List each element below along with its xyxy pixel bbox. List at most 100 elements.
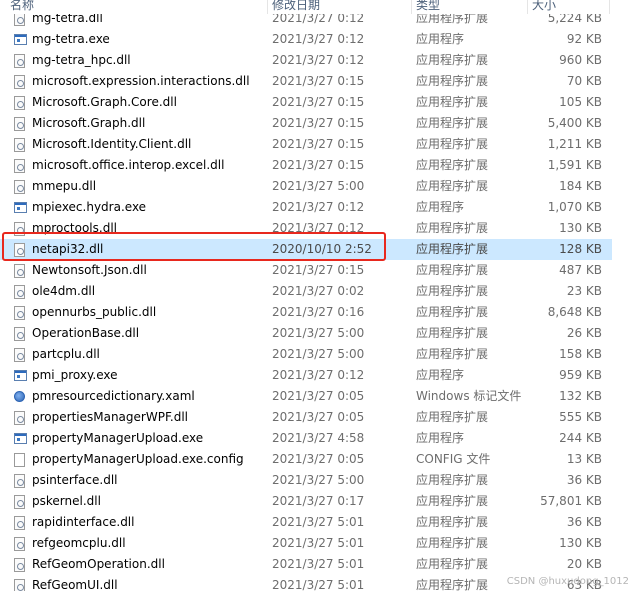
file-row[interactable]: propertyManagerUpload.exe.config 2021/3/2… xyxy=(0,449,612,470)
file-size: 105 KB xyxy=(559,95,602,109)
file-row[interactable]: mg-tetra.exe 2021/3/27 0:12 应用程序 92 KB xyxy=(0,29,612,50)
file-row[interactable]: mg-tetra_hpc.dll 2021/3/27 0:12 应用程序扩展 960 … xyxy=(0,50,612,71)
file-modified-date: 2021/3/27 0:02 xyxy=(272,284,365,298)
exe-file-icon xyxy=(14,34,27,45)
file-size: 57,801 KB xyxy=(540,494,602,508)
file-name: OperationBase.dll xyxy=(32,326,140,340)
file-row[interactable]: mpiexec.hydra.exe 2021/3/27 0:12 应用程序 1,070… xyxy=(0,197,612,218)
file-icon-cell xyxy=(14,428,28,449)
file-size: 130 KB xyxy=(559,221,602,235)
file-row[interactable]: pmresourcedictionary.xaml 2021/3/27 0:05 W… xyxy=(0,386,612,407)
file-modified-date: 2021/3/27 0:15 xyxy=(272,74,365,88)
file-modified-date: 2021/3/27 0:12 xyxy=(272,53,365,67)
file-modified-date: 2021/3/27 0:05 xyxy=(272,410,365,424)
watermark-text: CSDN @huxudong_1012 xyxy=(506,576,629,587)
file-modified-date: 2021/3/27 5:00 xyxy=(272,326,365,340)
file-type: 应用程序扩展 xyxy=(416,221,489,235)
file-row[interactable]: pmi_proxy.exe 2021/3/27 0:12 应用程序 959 KB xyxy=(0,365,612,386)
file-size: 158 KB xyxy=(559,347,602,361)
exe-file-icon xyxy=(14,370,27,381)
file-modified-date: 2021/3/27 5:00 xyxy=(272,473,365,487)
file-icon-cell xyxy=(14,155,28,176)
file-row[interactable]: propertyManagerUpload.exe 2021/3/27 4:58 应… xyxy=(0,428,612,449)
file-row[interactable]: rapidinterface.dll 2021/3/27 5:01 应用程序扩展 36… xyxy=(0,512,612,533)
file-row[interactable]: refgeomcplu.dll 2021/3/27 5:01 应用程序扩展 130 K… xyxy=(0,533,612,554)
file-icon-cell xyxy=(14,176,28,197)
file-type: 应用程序 xyxy=(416,200,465,214)
file-type: 应用程序扩展 xyxy=(416,326,489,340)
file-row[interactable]: opennurbs_public.dll 2021/3/27 0:16 应用程序扩展… xyxy=(0,302,612,323)
file-type: 应用程序 xyxy=(416,32,465,46)
file-modified-date: 2021/3/27 0:17 xyxy=(272,494,365,508)
file-size: 959 KB xyxy=(559,368,602,382)
dll-file-icon xyxy=(14,347,25,362)
file-name: opennurbs_public.dll xyxy=(32,305,157,319)
config-file-icon xyxy=(14,452,25,467)
file-type: 应用程序扩展 xyxy=(416,53,489,67)
dll-file-icon xyxy=(14,410,25,425)
file-name: Microsoft.Graph.Core.dll xyxy=(32,95,177,109)
file-modified-date: 2021/3/27 5:01 xyxy=(272,536,365,550)
file-icon-cell xyxy=(14,407,28,428)
file-size: 1,591 KB xyxy=(547,158,602,172)
file-row[interactable]: OperationBase.dll 2021/3/27 5:00 应用程序扩展 26 … xyxy=(0,323,612,344)
file-name: mg-tetra.exe xyxy=(32,32,110,46)
file-type: CONFIG 文件 xyxy=(416,452,491,466)
file-modified-date: 2021/3/27 0:05 xyxy=(272,389,365,403)
file-size: 5,400 KB xyxy=(547,116,602,130)
file-modified-date: 2021/3/27 0:16 xyxy=(272,305,365,319)
exe-file-icon xyxy=(14,433,27,444)
column-header-date[interactable]: 修改日期 xyxy=(268,0,412,14)
file-name: rapidinterface.dll xyxy=(32,515,135,529)
file-row[interactable]: Microsoft.Graph.dll 2021/3/27 0:15 应用程序扩展 5… xyxy=(0,113,612,134)
red-highlight-annotation xyxy=(2,232,386,261)
file-icon-cell xyxy=(14,323,28,344)
file-icon-cell xyxy=(14,50,28,71)
file-size: 487 KB xyxy=(559,263,602,277)
file-icon-cell xyxy=(14,449,28,470)
file-name: mg-tetra_hpc.dll xyxy=(32,53,131,67)
file-icon-cell xyxy=(14,554,28,575)
file-name: partcplu.dll xyxy=(32,347,100,361)
file-name: Newtonsoft.Json.dll xyxy=(32,263,147,277)
file-name: Microsoft.Graph.dll xyxy=(32,116,146,130)
file-name: RefGeomUI.dll xyxy=(32,578,118,591)
file-row[interactable]: partcplu.dll 2021/3/27 5:00 应用程序扩展 158 KB xyxy=(0,344,612,365)
file-name: RefGeomOperation.dll xyxy=(32,557,165,571)
file-icon-cell xyxy=(14,386,28,407)
column-header-name[interactable]: 名称 xyxy=(6,0,268,14)
dll-file-icon xyxy=(14,305,25,320)
file-row[interactable]: Microsoft.Graph.Core.dll 2021/3/27 0:15 应用… xyxy=(0,92,612,113)
file-type: 应用程序 xyxy=(416,431,465,445)
file-type: 应用程序扩展 xyxy=(416,473,489,487)
dll-file-icon xyxy=(14,158,25,173)
xaml-file-icon xyxy=(14,391,25,402)
file-row[interactable]: propertiesManagerWPF.dll 2021/3/27 0:05 应用… xyxy=(0,407,612,428)
file-name: mmepu.dll xyxy=(32,179,97,193)
file-type: 应用程序扩展 xyxy=(416,557,489,571)
file-modified-date: 2021/3/27 5:00 xyxy=(272,179,365,193)
file-row[interactable]: RefGeomOperation.dll 2021/3/27 5:01 应用程序扩展… xyxy=(0,554,612,575)
file-modified-date: 2021/3/27 0:12 xyxy=(272,368,365,382)
file-size: 36 KB xyxy=(566,515,602,529)
file-row[interactable]: ole4dm.dll 2021/3/27 0:02 应用程序扩展 23 KB xyxy=(0,281,612,302)
file-icon-cell xyxy=(14,512,28,533)
column-header-type[interactable]: 类型 xyxy=(412,0,528,14)
column-header-size[interactable]: 大小 xyxy=(528,0,610,14)
file-row[interactable]: mmepu.dll 2021/3/27 5:00 应用程序扩展 184 KB xyxy=(0,176,612,197)
file-name: propertiesManagerWPF.dll xyxy=(32,410,189,424)
file-name: refgeomcplu.dll xyxy=(32,536,126,550)
file-name: microsoft.office.interop.excel.dll xyxy=(32,158,225,172)
file-row[interactable]: pskernel.dll 2021/3/27 0:17 应用程序扩展 57,801 K… xyxy=(0,491,612,512)
file-icon-cell xyxy=(14,281,28,302)
file-row[interactable]: microsoft.office.interop.excel.dll 2021/3… xyxy=(0,155,612,176)
file-modified-date: 2021/3/27 0:15 xyxy=(272,95,365,109)
dll-file-icon xyxy=(14,95,25,110)
file-row[interactable]: Newtonsoft.Json.dll 2021/3/27 0:15 应用程序扩展 4… xyxy=(0,260,612,281)
file-row[interactable]: microsoft.expression.interactions.dll 202… xyxy=(0,71,612,92)
file-row[interactable]: psinterface.dll 2021/3/27 5:00 应用程序扩展 36 KB xyxy=(0,470,612,491)
file-type: 应用程序扩展 xyxy=(416,158,489,172)
file-row[interactable]: Microsoft.Identity.Client.dll 2021/3/27 0… xyxy=(0,134,612,155)
dll-file-icon xyxy=(14,284,25,299)
file-name: Microsoft.Identity.Client.dll xyxy=(32,137,192,151)
